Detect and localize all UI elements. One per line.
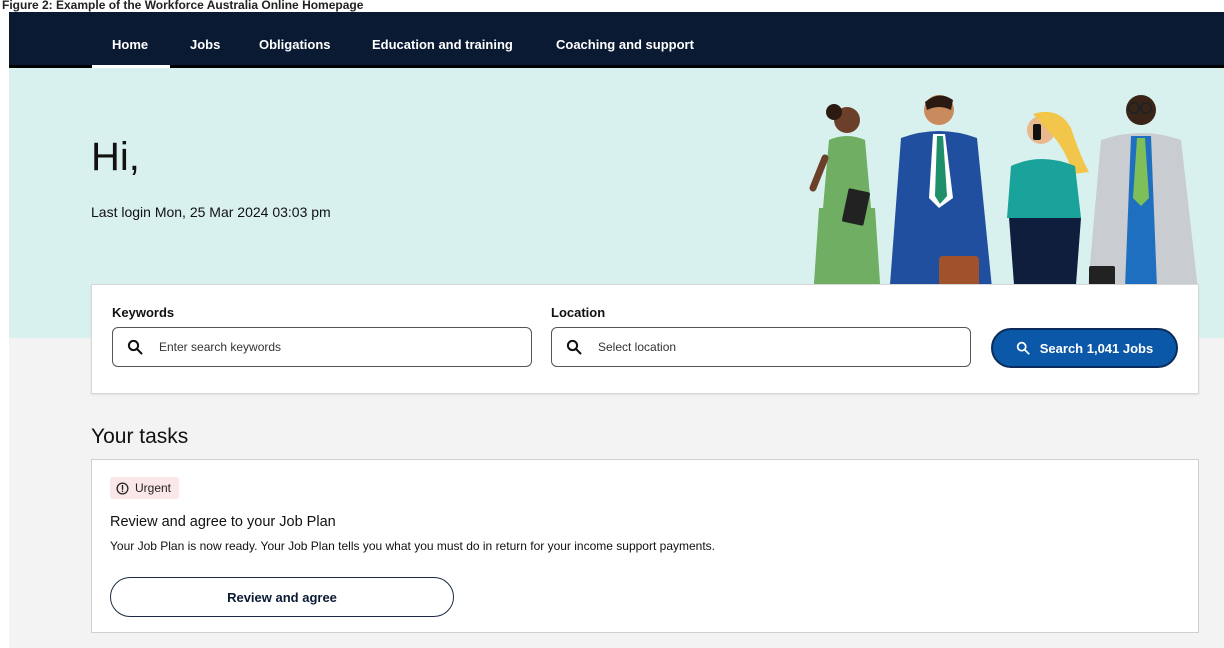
person-green-dress <box>809 104 881 298</box>
figure-caption: Figure 2: Example of the Workforce Austr… <box>2 0 364 12</box>
keywords-search-box[interactable] <box>112 327 532 367</box>
top-navigation: Home Jobs Obligations Education and trai… <box>9 12 1224 69</box>
last-login-text: Last login Mon, 25 Mar 2024 03:03 pm <box>91 204 331 220</box>
location-label: Location <box>551 305 606 320</box>
urgent-badge: Urgent <box>110 477 180 499</box>
location-search-box[interactable] <box>551 327 971 367</box>
task-description: Your Job Plan is now ready. Your Job Pla… <box>110 539 715 553</box>
nav-item-coaching-and-support[interactable]: Coaching and support <box>556 37 694 52</box>
greeting-heading: Hi, <box>91 135 140 179</box>
search-icon <box>1016 341 1030 355</box>
search-jobs-button[interactable]: Search 1,041 Jobs <box>991 328 1178 368</box>
tasks-section-title: Your tasks <box>91 425 189 448</box>
keywords-input[interactable] <box>159 336 519 358</box>
search-jobs-button-label: Search 1,041 Jobs <box>1039 340 1154 356</box>
search-icon <box>566 339 582 355</box>
nav-item-jobs[interactable]: Jobs <box>190 37 220 52</box>
task-heading: Review and agree to your Job Plan <box>110 514 336 530</box>
review-and-agree-button[interactable]: Review and agree <box>110 577 454 617</box>
urgent-badge-label: Urgent <box>135 481 172 495</box>
people-illustration <box>809 95 1199 298</box>
location-input[interactable] <box>598 336 958 358</box>
person-teal-top <box>1007 111 1089 298</box>
keywords-label: Keywords <box>112 305 175 320</box>
nav-item-education-and-training[interactable]: Education and training <box>372 37 513 52</box>
task-card: Urgent Review and agree to your Job Plan… <box>91 459 1199 633</box>
person-grey-suit <box>1087 95 1199 298</box>
nav-item-obligations[interactable]: Obligations <box>259 37 331 52</box>
nav-item-home[interactable]: Home <box>112 37 148 52</box>
person-blue-suit <box>889 95 993 298</box>
alert-circle-icon <box>116 481 129 495</box>
page: Figure 2: Example of the Workforce Austr… <box>0 0 1224 648</box>
job-search-card: Keywords Location <box>91 284 1199 394</box>
search-icon <box>127 339 143 355</box>
app-window: Home Jobs Obligations Education and trai… <box>9 12 1224 648</box>
